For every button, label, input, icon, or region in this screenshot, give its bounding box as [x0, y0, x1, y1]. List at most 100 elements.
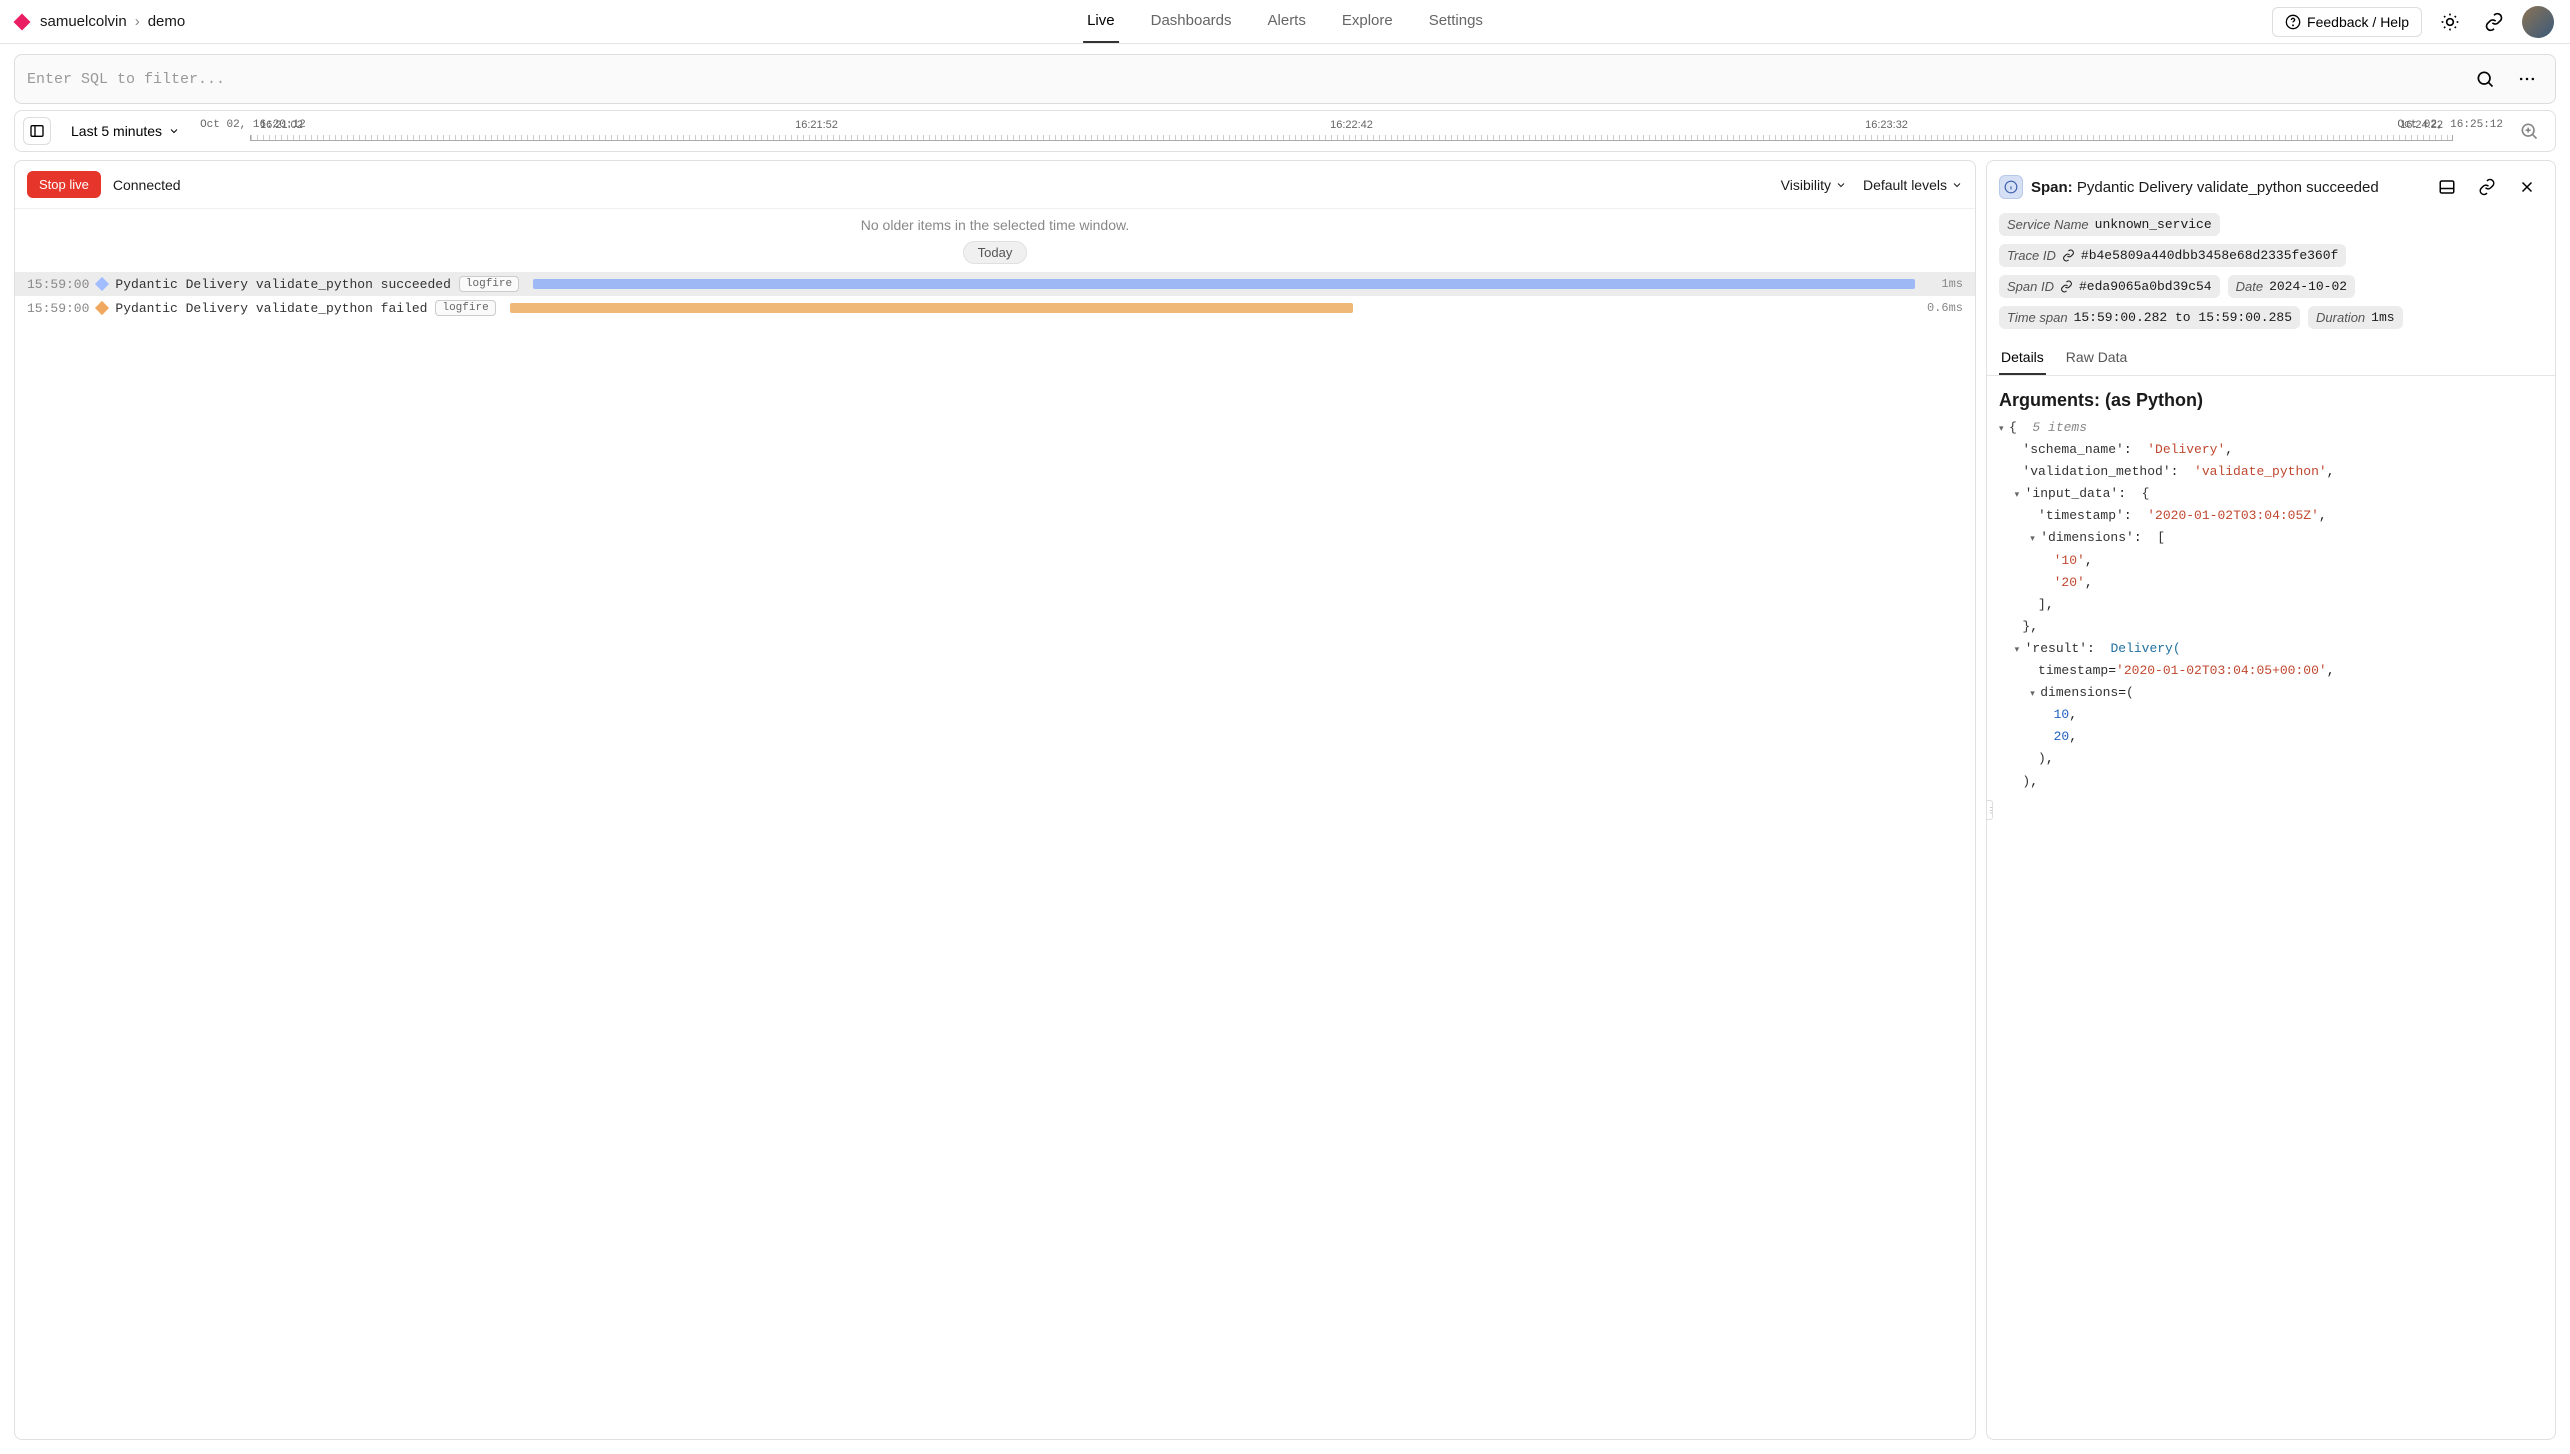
chevron-down-icon [168, 125, 180, 137]
span-title: Span: Pydantic Delivery validate_python … [2031, 179, 2379, 196]
link-icon [2478, 178, 2496, 196]
no-older-message: No older items in the selected time wind… [15, 209, 1975, 237]
visibility-dropdown[interactable]: Visibility [1781, 177, 1847, 193]
arguments-section: Arguments: (as Python) ▾{ 5 items 'schem… [1987, 376, 2555, 1439]
today-pill: Today [963, 241, 1028, 264]
search-row [0, 44, 2570, 110]
more-options-button[interactable] [2511, 63, 2543, 95]
levels-label: Default levels [1863, 177, 1947, 193]
copy-link-button[interactable] [2471, 171, 2503, 203]
meta-date: Date2024-10-02 [2228, 275, 2355, 298]
trace-list-header: Stop live Connected Visibility Default l… [15, 161, 1975, 209]
timeline-ticks: 16:21:02 16:21:52 16:22:42 16:23:32 16:2… [260, 119, 2443, 131]
theme-toggle-button[interactable] [2434, 6, 2466, 38]
meta-trace-id[interactable]: Trace ID#b4e5809a440dbb3458e68d2335fe360… [1999, 244, 2346, 267]
tab-dashboards[interactable]: Dashboards [1147, 0, 1236, 43]
breadcrumb-org[interactable]: samuelcolvin [40, 13, 127, 30]
span-title-name: Pydantic Delivery validate_python succee… [2077, 179, 2379, 196]
span-header: Span: Pydantic Delivery validate_python … [1987, 161, 2555, 213]
nav-tabs: Live Dashboards Alerts Explore Settings [1083, 0, 1487, 43]
span-detail-panel: ⋮⋮ Span: Pydantic Delivery validate_pyth… [1986, 160, 2556, 1440]
detail-tabs: Details Raw Data [1987, 337, 2555, 376]
info-icon [1999, 175, 2023, 199]
feedback-help-button[interactable]: Feedback / Help [2272, 7, 2422, 37]
help-label: Feedback / Help [2307, 14, 2409, 30]
trace-status-icon [95, 301, 109, 315]
meta-service: Service Nameunknown_service [1999, 213, 2220, 236]
trace-message: Pydantic Delivery validate_python succee… [115, 277, 450, 292]
time-range-selector[interactable]: Last 5 minutes [63, 119, 188, 143]
link-icon [2484, 12, 2504, 32]
chevron-down-icon [1835, 179, 1847, 191]
layout-button[interactable] [2431, 171, 2463, 203]
breadcrumb: samuelcolvin › demo [16, 13, 185, 30]
breadcrumb-project[interactable]: demo [148, 13, 186, 30]
trace-source-badge: logfire [435, 300, 495, 316]
stop-live-button[interactable]: Stop live [27, 171, 101, 198]
trace-timestamp: 15:59:00 [27, 301, 89, 316]
tab-settings[interactable]: Settings [1425, 0, 1487, 43]
search-icon [2475, 69, 2495, 89]
span-meta: Service Nameunknown_service Trace ID#b4e… [1987, 213, 2555, 337]
chevron-right-icon: › [135, 13, 140, 30]
top-nav: samuelcolvin › demo Live Dashboards Aler… [0, 0, 2570, 44]
share-link-button[interactable] [2478, 6, 2510, 38]
tab-live[interactable]: Live [1083, 0, 1119, 43]
arguments-heading: Arguments: (as Python) [1999, 390, 2543, 411]
main-layout: Stop live Connected Visibility Default l… [0, 160, 2570, 1454]
panel-resize-handle[interactable]: ⋮⋮ [1986, 800, 1993, 820]
timeline-end-label: Oct 02, 16:25:12 [2397, 119, 2503, 131]
connection-status: Connected [113, 177, 181, 193]
panel-left-icon [29, 123, 45, 139]
meta-timespan: Time span15:59:00.282 to 15:59:00.285 [1999, 306, 2300, 329]
meta-span-id[interactable]: Span ID#eda9065a0bd39c54 [1999, 275, 2220, 298]
zoom-in-button[interactable] [2515, 117, 2543, 145]
logo-icon [14, 13, 31, 30]
time-range-label: Last 5 minutes [71, 123, 162, 139]
trace-row[interactable]: 15:59:00 Pydantic Delivery validate_pyth… [15, 272, 1975, 296]
trace-row[interactable]: 15:59:00 Pydantic Delivery validate_pyth… [15, 296, 1975, 320]
zoom-in-icon [2519, 121, 2539, 141]
tick-label: 16:23:32 [1865, 119, 1908, 131]
trace-source-badge: logfire [459, 276, 519, 292]
trace-status-icon [95, 277, 109, 291]
visibility-label: Visibility [1781, 177, 1831, 193]
link-icon [2062, 249, 2075, 262]
panel-bottom-icon [2438, 178, 2456, 196]
avatar[interactable] [2522, 6, 2554, 38]
trace-duration-bar [533, 279, 1915, 289]
dots-horizontal-icon [2517, 69, 2537, 89]
sql-filter-bar [14, 54, 2556, 104]
trace-duration: 0.6ms [1923, 301, 1963, 315]
trace-message: Pydantic Delivery validate_python failed [115, 301, 427, 316]
levels-dropdown[interactable]: Default levels [1863, 177, 1963, 193]
timeline-bar: Last 5 minutes Oct 02, 16:20:12 16:21:02… [14, 110, 2556, 152]
meta-duration: Duration1ms [2308, 306, 2403, 329]
trace-duration: 1ms [1923, 277, 1963, 291]
arguments-tree[interactable]: ▾{ 5 items 'schema_name': 'Delivery', 'v… [1999, 417, 2543, 793]
help-circle-icon [2285, 14, 2301, 30]
tab-raw-data[interactable]: Raw Data [2064, 343, 2129, 375]
tick-label: 16:22:42 [1330, 119, 1373, 131]
close-icon [2518, 178, 2536, 196]
span-title-prefix: Span: [2031, 179, 2073, 196]
search-button[interactable] [2469, 63, 2501, 95]
close-panel-button[interactable] [2511, 171, 2543, 203]
timeline-track [250, 135, 2453, 141]
chevron-down-icon [1951, 179, 1963, 191]
tick-label: 16:21:52 [795, 119, 838, 131]
nav-right: Feedback / Help [2272, 6, 2554, 38]
timeline-visualization[interactable]: Oct 02, 16:20:12 16:21:02 16:21:52 16:22… [200, 119, 2503, 143]
tab-details[interactable]: Details [1999, 343, 2046, 375]
tab-alerts[interactable]: Alerts [1264, 0, 1310, 43]
sun-icon [2440, 12, 2460, 32]
trace-duration-bar [510, 303, 1353, 313]
link-icon [2060, 280, 2073, 293]
trace-timestamp: 15:59:00 [27, 277, 89, 292]
sql-filter-input[interactable] [27, 71, 2469, 88]
timeline-row: Last 5 minutes Oct 02, 16:20:12 16:21:02… [0, 110, 2570, 160]
tab-explore[interactable]: Explore [1338, 0, 1397, 43]
panel-toggle-button[interactable] [23, 117, 51, 145]
tick-label: 16:21:02 [260, 119, 303, 131]
trace-list-panel: Stop live Connected Visibility Default l… [14, 160, 1976, 1440]
